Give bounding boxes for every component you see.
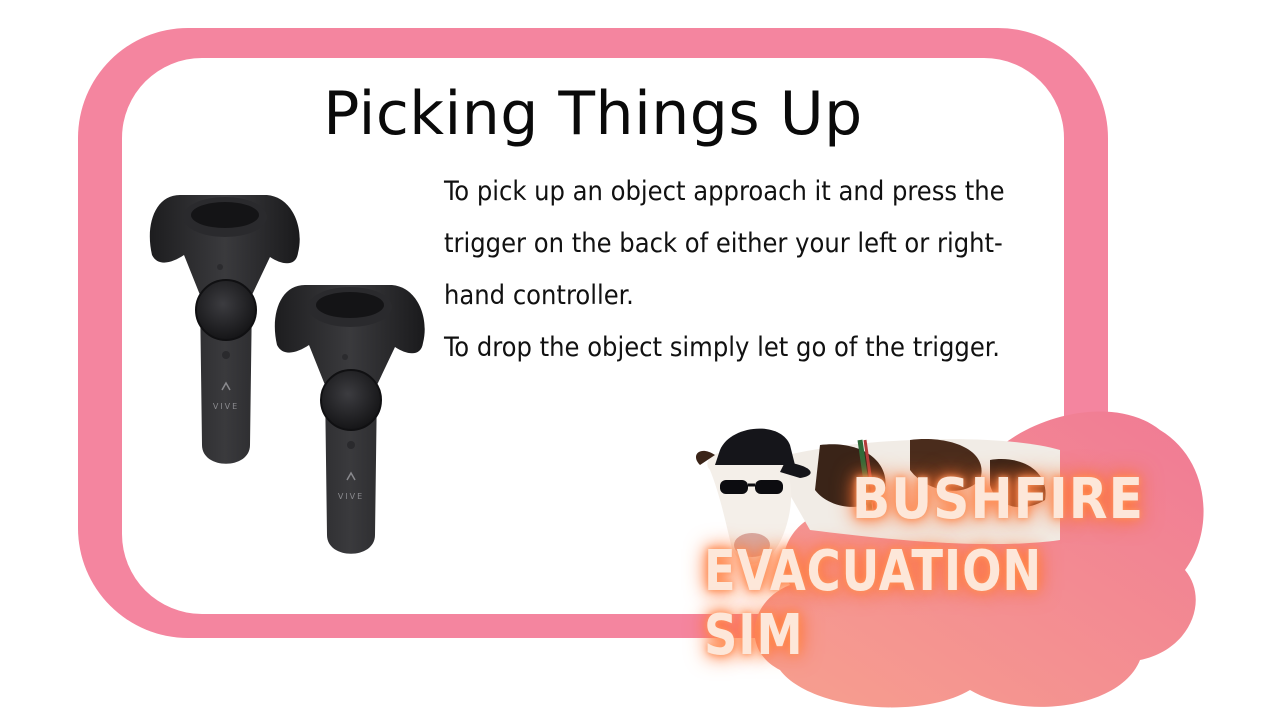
logo-line-evacuation-sim: EVACUATION SIM	[704, 539, 1043, 668]
right-controller-icon: VIVE	[274, 285, 425, 554]
tutorial-slide: Picking Things Up VIVE VIVE To pick up a…	[0, 0, 1280, 720]
instruction-pickup: To pick up an object approach it and pre…	[444, 176, 1005, 311]
vive-label: VIVE	[213, 402, 239, 411]
vive-label: VIVE	[338, 492, 364, 501]
slide-title: Picking Things Up	[323, 79, 863, 149]
instructions-text: To pick up an object approach it and pre…	[444, 166, 1044, 374]
vr-controllers-illustration: VIVE VIVE	[149, 195, 425, 554]
instruction-drop: To drop the object simply let go of the …	[444, 332, 1000, 363]
logo-line-bushfire: BUSHFIRE	[851, 467, 1144, 532]
game-logo: BUSHFIRE EVACUATION SIM	[690, 467, 1160, 668]
